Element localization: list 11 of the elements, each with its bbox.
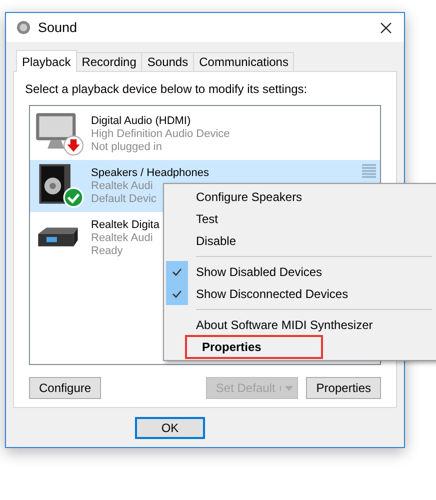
window-title: Sound <box>38 20 78 35</box>
device-driver: High Definition Audio Device <box>91 128 230 140</box>
device-status: Ready <box>91 244 123 258</box>
device-name: Speakers / Headphones <box>91 166 210 180</box>
device-driver: Realtek Audi <box>91 180 153 192</box>
device-name: Realtek Digita <box>91 218 160 232</box>
instruction-text: Select a playback device below to modify its settings: <box>25 82 308 96</box>
device-status: Default Devic <box>91 192 156 206</box>
device-status: Not plugged in <box>91 140 162 154</box>
device-name: Digital Audio (HDMI) <box>91 114 191 128</box>
device-driver: Realtek Audi <box>91 232 153 244</box>
